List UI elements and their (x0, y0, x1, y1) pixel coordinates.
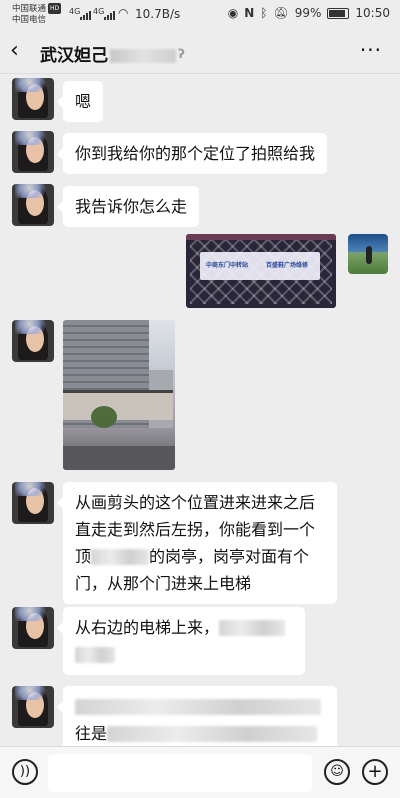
signal-2-label: 4G (93, 7, 105, 16)
contact-avatar[interactable] (12, 184, 54, 226)
message-line (75, 693, 325, 720)
battery-percent: 99% (294, 6, 322, 20)
plus-icon[interactable]: + (362, 759, 388, 785)
message-line (75, 641, 293, 668)
message-text: 从右边的电梯上来， (75, 618, 220, 637)
message-line: 门，从那个门进来上电梯 (75, 574, 252, 593)
message-bubble[interactable]: 从画剪头的这个位置进来进来之后 直走走到然后左拐，你能看到一个 顶 的岗亭，岗亭对… (57, 482, 337, 604)
contact-avatar[interactable] (12, 482, 54, 524)
sign-text-left: 中商东门中转站 (206, 262, 249, 269)
carrier-2: 中国电信 (12, 15, 47, 25)
message-line: 直走走到然后左拐，你能看到一个 (75, 520, 316, 539)
my-avatar[interactable] (348, 234, 388, 274)
sent-photo[interactable]: 中商东门中转站 百盛鞋广场维修 (186, 234, 336, 308)
redacted-name (110, 49, 176, 63)
mute-icon: 🔕︎ (273, 6, 289, 20)
chat-title: 武汉妲己 ʔ (40, 41, 185, 66)
back-button[interactable]: ‹ (10, 38, 19, 63)
nfc-icon: N (244, 6, 255, 20)
status-bar: 中国联通 HD 中国电信 4G 4G ◠ 10.7B/s ◉ N ᛒ 🔕︎ 99%… (0, 0, 400, 30)
redacted-text (107, 726, 318, 742)
message-bubble[interactable]: 从右边的电梯上来， (57, 607, 305, 675)
redacted-text (219, 620, 286, 636)
earpiece-icon: ʔ (178, 47, 185, 61)
message-text: 嗯 (75, 92, 92, 111)
message-bubble[interactable]: 嗯 (56, 81, 104, 122)
message-text: 我告诉你怎么走 (75, 197, 188, 216)
message-line: 从右边的电梯上来， (75, 614, 293, 641)
carrier-info: 中国联通 HD 中国电信 (12, 3, 62, 26)
wifi-icon: ◠ (118, 6, 129, 20)
clock: 10:50 (355, 6, 390, 20)
signal-2-icon: 4G (93, 7, 116, 20)
status-right: ◉ N ᛒ 🔕︎ 99% 10:50 (228, 6, 390, 20)
message-list[interactable]: 嗯 你到我给你的那个定位了拍照给我 我告诉你怎么走 中商东门中转站 百盛鞋广场维… (0, 74, 400, 746)
more-options-button[interactable]: ··· (360, 38, 382, 62)
contact-avatar[interactable] (12, 686, 54, 728)
sign-text-right: 百盛鞋广场维修 (266, 262, 309, 269)
contact-avatar[interactable] (12, 131, 54, 173)
message-bubble[interactable]: 我告诉你怎么走 (56, 186, 200, 227)
signal-1-icon: 4G (69, 7, 92, 20)
message-text: 往是 (75, 724, 108, 743)
emoji-icon[interactable]: ☺ (324, 759, 350, 785)
message-bubble[interactable]: 往是 (57, 686, 337, 746)
redacted-text (91, 549, 150, 565)
message-line: 从画剪头的这个位置进来进来之后 (75, 493, 316, 512)
input-bar: )) ☺ + (0, 746, 400, 798)
message-bubble[interactable]: 你到我给你的那个定位了拍照给我 (56, 133, 328, 174)
carrier-1: 中国联通 (12, 4, 47, 14)
battery-icon (327, 7, 350, 19)
voice-icon[interactable]: )) (12, 759, 38, 785)
chat-header: ‹ 武汉妲己 ʔ ··· (0, 30, 400, 74)
message-line: 顶 的岗亭，岗亭对面有个 (75, 543, 325, 570)
received-photo[interactable] (63, 320, 175, 470)
contact-avatar[interactable] (12, 320, 54, 362)
network-speed: 10.7B/s (135, 7, 181, 21)
contact-name: 武汉妲己 (40, 46, 108, 66)
line-prefix: 顶 (75, 547, 92, 566)
eye-icon: ◉ (227, 6, 239, 20)
line-suffix: 的岗亭，岗亭对面有个 (149, 547, 310, 566)
signal-1-label: 4G (69, 7, 81, 16)
hd-badge: HD (48, 3, 62, 14)
message-input[interactable] (48, 754, 312, 792)
message-text: 你到我给你的那个定位了拍照给我 (75, 144, 316, 163)
redacted-text (75, 699, 321, 715)
message-line: 往是 (75, 720, 325, 746)
contact-avatar[interactable] (12, 78, 54, 120)
bluetooth-icon: ᛒ (260, 6, 268, 20)
redacted-text (75, 647, 115, 663)
contact-avatar[interactable] (12, 607, 54, 649)
